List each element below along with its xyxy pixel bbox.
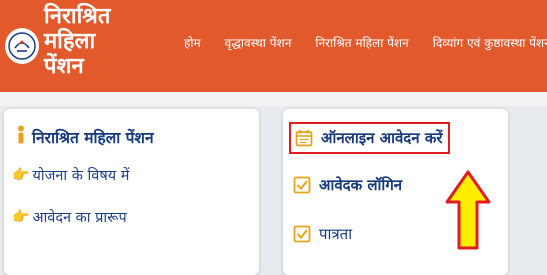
nav-item-home[interactable]: होम: [172, 34, 213, 51]
checkbox-icon: [293, 176, 311, 194]
up-government-emblem-icon[interactable]: [5, 28, 39, 64]
person-icon: [16, 125, 26, 149]
calendar-icon: [295, 129, 313, 147]
nav-item-old-age-pension[interactable]: वृद्धावस्था पेंशन: [213, 34, 304, 51]
scheme-about-label: योजना के विषय में: [32, 168, 130, 184]
pointing-hand-icon: 👉: [12, 209, 30, 225]
nav-item-disability-pension[interactable]: दिव्यांग एवं कुष्ठावस्था पेंशन: [421, 34, 547, 51]
scheme-info-card: निराश्रित महिला पेंशन 👉 योजना के विषय मे…: [4, 109, 259, 275]
applicant-login-label: आवेदक लॉगिन: [319, 176, 403, 194]
up-arrow-pointer-icon: [445, 170, 491, 250]
application-format-link[interactable]: 👉 आवेदन का प्रारूप: [12, 207, 127, 227]
site-title-line-1: निराश्रित: [44, 4, 111, 29]
site-title[interactable]: निराश्रित महिला पेंशन: [44, 4, 164, 79]
online-apply-label: ऑनलाइन आवेदन करें: [321, 129, 443, 147]
nav-item-destitute-women-pension[interactable]: निराश्रित महिला पेंशन: [303, 34, 420, 51]
pointing-hand-icon: 👉: [12, 167, 30, 183]
site-header: निराश्रित महिला पेंशन होम वृद्धावस्था पे…: [0, 0, 547, 92]
checkbox-icon: [293, 225, 311, 243]
scheme-about-link[interactable]: 👉 योजना के विषय में: [12, 165, 129, 185]
eligibility-link[interactable]: पात्रता: [293, 224, 352, 244]
scheme-card-heading: निराश्रित महिला पेंशन: [16, 125, 154, 149]
application-format-label: आवेदन का प्रारूप: [32, 210, 127, 226]
header-divider-band: [0, 92, 547, 106]
top-nav: होम वृद्धावस्था पेंशन निराश्रित महिला पे…: [172, 34, 547, 51]
site-title-line-3: पेंशन: [44, 54, 84, 79]
applicant-login-link[interactable]: आवेदक लॉगिन: [293, 175, 402, 195]
eligibility-label: पात्रता: [319, 225, 353, 243]
site-title-line-2: महिला: [44, 29, 96, 54]
scheme-card-title: निराश्रित महिला पेंशन: [32, 129, 154, 147]
online-apply-link[interactable]: ऑनलाइन आवेदन करें: [289, 122, 451, 154]
